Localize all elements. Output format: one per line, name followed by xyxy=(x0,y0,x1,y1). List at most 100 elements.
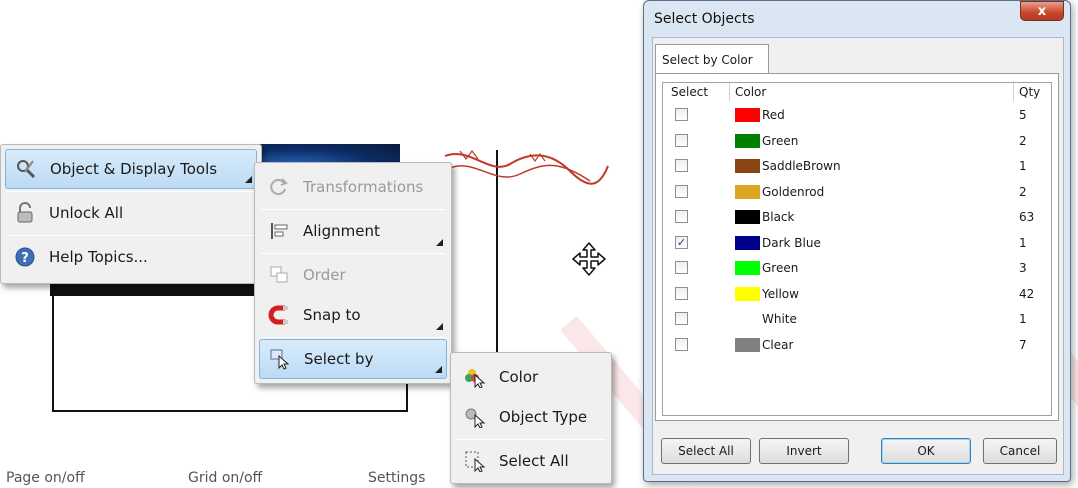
menu-separator xyxy=(261,209,445,210)
column-header-select[interactable]: Select xyxy=(671,85,708,99)
select-all-button[interactable]: Select All xyxy=(661,438,751,464)
color-select-icon xyxy=(463,365,487,389)
color-qty: 2 xyxy=(1019,133,1027,148)
menu-item-transformations[interactable]: Transformations xyxy=(259,167,447,207)
tools-submenu: Transformations Alignment Order Snap to … xyxy=(254,162,452,384)
menu-separator xyxy=(261,337,445,338)
svg-text:?: ? xyxy=(21,251,29,266)
menu-separator xyxy=(7,235,255,236)
color-swatch xyxy=(735,235,760,250)
row-checkbox[interactable] xyxy=(675,210,688,223)
color-qty: 5 xyxy=(1019,108,1027,122)
color-swatch xyxy=(735,286,760,301)
page-toggle[interactable]: Page on/off xyxy=(6,470,85,486)
menu-item-alignment[interactable]: Alignment xyxy=(259,211,447,251)
menu-item-help-topics[interactable]: ? Help Topics... xyxy=(5,237,257,277)
color-name: Goldenrod xyxy=(762,184,825,199)
select-by-submenu: Color Object Type Select All xyxy=(450,352,612,484)
table-header: Select Color Qty xyxy=(663,83,1051,101)
menu-item-label: Color xyxy=(499,368,539,386)
table-row[interactable]: Yellow 42 xyxy=(663,282,1051,307)
table-row[interactable]: Black 63 xyxy=(663,205,1051,230)
select-objects-dialog: Select Objects x Select by Color Select … xyxy=(643,0,1071,482)
tab-select-by-color[interactable]: Select by Color xyxy=(655,44,769,74)
close-button[interactable]: x xyxy=(1020,1,1064,21)
menu-item-select-all[interactable]: Select All xyxy=(455,441,607,481)
select-by-icon xyxy=(268,347,292,371)
menu-separator xyxy=(7,191,255,192)
row-checkbox[interactable] xyxy=(675,184,688,198)
row-checkbox[interactable]: ✓ xyxy=(675,235,688,249)
move-cursor-icon xyxy=(572,242,606,276)
color-swatch xyxy=(735,261,760,275)
color-qty: 3 xyxy=(1019,261,1027,275)
table-row[interactable]: Goldenrod 2 xyxy=(663,180,1051,205)
settings-link[interactable]: Settings xyxy=(368,470,425,486)
table-row[interactable]: ✓ Dark Blue 1 xyxy=(663,231,1051,256)
color-swatch xyxy=(735,108,760,122)
grid-toggle[interactable]: Grid on/off xyxy=(188,470,262,486)
row-checkbox[interactable] xyxy=(675,286,688,300)
ok-button[interactable]: OK xyxy=(881,438,971,464)
row-checkbox[interactable] xyxy=(675,337,688,351)
color-swatch xyxy=(735,210,760,224)
color-name: White xyxy=(762,312,797,326)
color-name: Green xyxy=(762,261,799,275)
table-row[interactable]: White 1 xyxy=(663,307,1051,332)
menu-item-label: Object & Display Tools xyxy=(50,160,218,178)
cancel-button[interactable]: Cancel xyxy=(983,438,1057,464)
order-icon xyxy=(267,263,291,287)
submenu-arrow-icon xyxy=(436,323,443,330)
color-qty: 42 xyxy=(1019,286,1035,301)
menu-item-label: Transformations xyxy=(303,178,424,196)
context-menu: Object & Display Tools Unlock All ? Help… xyxy=(0,144,262,284)
table-row[interactable]: SaddleBrown 1 xyxy=(663,154,1051,179)
column-header-color[interactable]: Color xyxy=(735,85,766,99)
submenu-arrow-icon xyxy=(245,176,252,183)
table-row[interactable]: Clear 7 xyxy=(663,333,1051,358)
table-row[interactable]: Red 5 xyxy=(663,103,1051,128)
dialog-body: Select by Color Select Color Qty Red 5 Gre… xyxy=(652,37,1064,475)
menu-item-order[interactable]: Order xyxy=(259,255,447,295)
color-qty: 63 xyxy=(1019,210,1035,224)
row-checkbox[interactable] xyxy=(675,261,688,274)
menu-separator xyxy=(457,439,605,440)
menu-item-label: Select All xyxy=(499,452,569,470)
table-row[interactable]: Green 2 xyxy=(663,129,1051,154)
menu-item-label: Help Topics... xyxy=(49,248,148,266)
menu-item-label: Snap to xyxy=(303,306,361,324)
column-header-qty[interactable]: Qty xyxy=(1019,85,1040,99)
tab-panel: Select Color Qty Red 5 Green 2 SaddleBrown 1 G… xyxy=(655,73,1059,421)
row-checkbox[interactable] xyxy=(675,312,688,325)
menu-item-label: Select by xyxy=(304,350,374,368)
magnet-icon xyxy=(267,303,291,327)
row-checkbox[interactable] xyxy=(675,108,688,121)
dialog-title: Select Objects xyxy=(654,11,755,27)
menu-item-label: Unlock All xyxy=(49,204,124,222)
invert-button[interactable]: Invert xyxy=(759,438,849,464)
column-divider xyxy=(729,83,730,101)
color-qty: 1 xyxy=(1019,312,1027,326)
color-qty: 1 xyxy=(1019,235,1027,250)
menu-item-unlock-all[interactable]: Unlock All xyxy=(5,193,257,233)
menu-item-color[interactable]: Color xyxy=(455,357,607,397)
color-name: Black xyxy=(762,210,795,224)
menu-item-snap-to[interactable]: Snap to xyxy=(259,295,447,335)
color-name: Green xyxy=(762,133,799,148)
unlock-icon xyxy=(13,201,37,225)
menu-item-object-display-tools[interactable]: Object & Display Tools xyxy=(5,149,257,189)
help-icon: ? xyxy=(13,245,37,269)
color-swatch xyxy=(735,133,760,148)
status-bar: Page on/off Grid on/off Settings xyxy=(0,466,450,488)
table-row[interactable]: Green 3 xyxy=(663,256,1051,281)
color-name: Red xyxy=(762,108,785,122)
menu-item-label: Order xyxy=(303,266,346,284)
color-swatch xyxy=(735,184,760,199)
menu-item-select-by[interactable]: Select by xyxy=(259,339,447,379)
object-type-icon xyxy=(463,405,487,429)
row-checkbox[interactable] xyxy=(675,133,688,147)
color-swatch xyxy=(735,312,760,326)
row-checkbox[interactable] xyxy=(675,159,688,172)
color-qty: 1 xyxy=(1019,159,1027,173)
menu-item-object-type[interactable]: Object Type xyxy=(455,397,607,437)
